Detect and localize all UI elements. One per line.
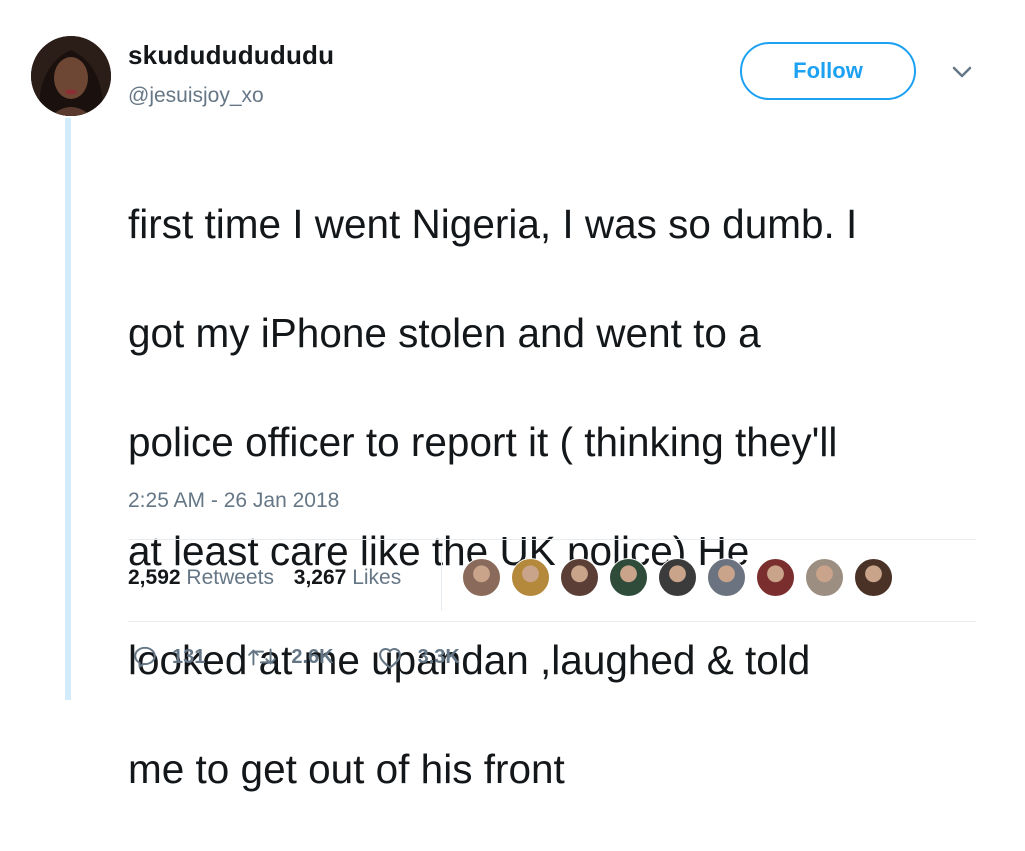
heart-icon bbox=[378, 648, 401, 669]
like-button[interactable]: 3.3K bbox=[376, 644, 460, 670]
liker-avatar-5[interactable] bbox=[658, 558, 697, 597]
avatar[interactable] bbox=[31, 36, 111, 116]
user-handle[interactable]: @jesuisjoy_xo bbox=[128, 84, 264, 108]
likes-stat[interactable]: 3,267 Likes bbox=[294, 566, 401, 590]
tweet-timestamp[interactable]: 2:25 AM - 26 Jan 2018 bbox=[128, 489, 339, 513]
retweet-count: 2.6K bbox=[291, 645, 334, 668]
retweet-button[interactable]: 2.6K bbox=[247, 644, 334, 670]
retweets-stat[interactable]: 2,592 Retweets bbox=[128, 566, 274, 590]
thread-line bbox=[65, 118, 71, 700]
likes-count: 3,267 bbox=[293, 566, 347, 589]
divider bbox=[128, 539, 976, 540]
liker-avatar-2[interactable] bbox=[511, 558, 550, 597]
liker-avatar-3[interactable] bbox=[560, 558, 599, 597]
likes-label: Likes bbox=[352, 566, 402, 589]
tweet-text-line: police officer to report it ( thinking t… bbox=[128, 418, 838, 465]
liker-avatar-9[interactable] bbox=[854, 558, 893, 597]
tweet-actions: 131 2.6K 3.3K bbox=[132, 644, 502, 670]
reply-button[interactable]: 131 bbox=[132, 644, 205, 670]
stats-separator bbox=[441, 548, 442, 611]
liker-avatar-1[interactable] bbox=[462, 558, 501, 597]
tweet-text-line: me to get out of his front bbox=[128, 745, 565, 792]
liker-avatar-8[interactable] bbox=[805, 558, 844, 597]
retweet-icon bbox=[248, 648, 277, 666]
reply-count: 131 bbox=[172, 645, 206, 668]
tweet-text-line: got my iPhone stolen and went to a bbox=[128, 309, 761, 356]
liker-avatar-4[interactable] bbox=[609, 558, 648, 597]
divider bbox=[128, 621, 976, 622]
tweet-text-line: first time I went Nigeria, I was so dumb… bbox=[128, 200, 858, 247]
liker-avatar-7[interactable] bbox=[756, 558, 795, 597]
avatar-image bbox=[31, 36, 111, 116]
retweets-label: Retweets bbox=[186, 566, 274, 589]
liker-avatars bbox=[462, 558, 903, 600]
engagement-stats: 2,592 Retweets 3,267 Likes bbox=[128, 566, 415, 590]
display-name[interactable]: skudududududu bbox=[128, 40, 334, 71]
like-count: 3.3K bbox=[417, 645, 460, 668]
chevron-down-icon[interactable] bbox=[951, 64, 973, 80]
retweets-count: 2,592 bbox=[128, 566, 181, 589]
follow-button[interactable]: Follow bbox=[740, 42, 916, 100]
liker-avatar-6[interactable] bbox=[707, 558, 746, 597]
reply-icon bbox=[134, 646, 156, 668]
